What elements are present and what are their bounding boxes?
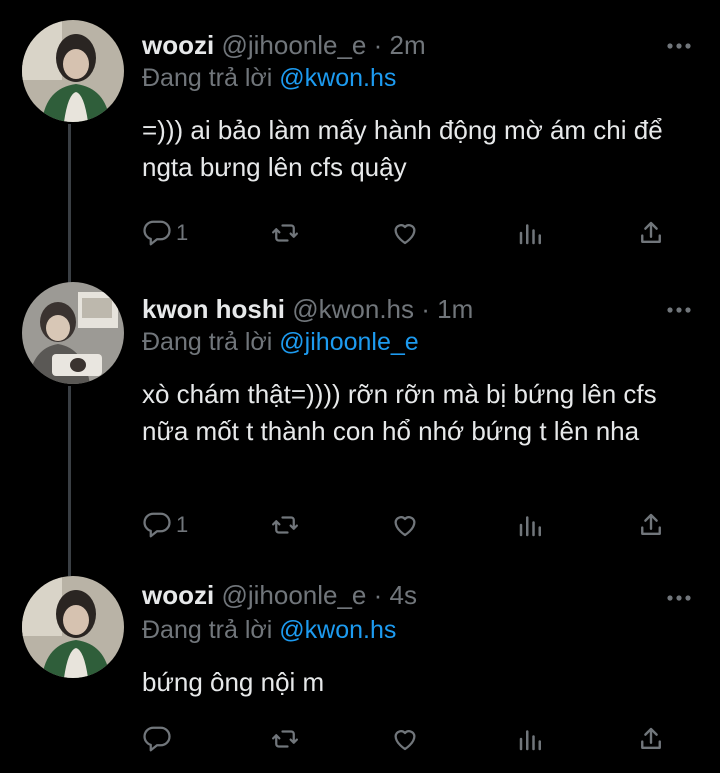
reply-count: 1 bbox=[176, 220, 189, 245]
tweet-header: kwon hoshi @kwon.hs · 1m bbox=[142, 294, 473, 325]
user-handle[interactable]: @kwon.hs bbox=[292, 294, 414, 324]
display-name[interactable]: kwon hoshi bbox=[142, 294, 285, 324]
reply-icon bbox=[142, 510, 172, 540]
heart-icon bbox=[390, 510, 420, 540]
share-button[interactable] bbox=[636, 722, 666, 756]
tweet-header: woozi @jihoonle_e · 4s bbox=[142, 580, 417, 611]
views-button[interactable] bbox=[516, 508, 546, 542]
retweet-button[interactable] bbox=[270, 722, 304, 756]
reply-icon bbox=[142, 218, 172, 248]
reply-button[interactable] bbox=[142, 722, 176, 756]
analytics-icon bbox=[516, 510, 546, 540]
views-button[interactable] bbox=[516, 216, 546, 250]
tweet-header: woozi @jihoonle_e · 2m bbox=[142, 30, 426, 61]
more-icon[interactable] bbox=[666, 302, 692, 313]
tweet[interactable]: woozi @jihoonle_e · 4s Đang trả lời @kwo… bbox=[0, 574, 720, 773]
replying-to: Đang trả lời @kwon.hs bbox=[142, 616, 396, 645]
tweet[interactable]: woozi @jihoonle_e · 2m Đang trả lời @kwo… bbox=[0, 16, 720, 276]
retweet-button[interactable] bbox=[270, 216, 304, 250]
timestamp[interactable]: 4s bbox=[390, 580, 417, 610]
avatar[interactable] bbox=[22, 20, 124, 122]
more-icon[interactable] bbox=[666, 38, 692, 49]
retweet-icon bbox=[270, 724, 300, 754]
heart-icon bbox=[390, 724, 420, 754]
tweet-text: =))) ai bảo làm mấy hành động mờ ám chi … bbox=[142, 115, 663, 182]
like-button[interactable] bbox=[390, 508, 424, 542]
timestamp[interactable]: 1m bbox=[437, 294, 473, 324]
mention-link[interactable]: @jihoonle_e bbox=[279, 328, 418, 356]
tweet-text: xò chám thật=)))) rỡn rỡn mà bị bứng lên… bbox=[142, 379, 657, 446]
reply-button[interactable]: 1 bbox=[142, 216, 188, 250]
analytics-icon bbox=[516, 218, 546, 248]
like-button[interactable] bbox=[390, 722, 424, 756]
retweet-button[interactable] bbox=[270, 508, 304, 542]
mention-link[interactable]: @kwon.hs bbox=[279, 64, 396, 92]
share-button[interactable] bbox=[636, 216, 666, 250]
separator-dot: · bbox=[373, 580, 383, 610]
reply-count: 1 bbox=[176, 512, 189, 537]
heart-icon bbox=[390, 218, 420, 248]
share-icon bbox=[636, 510, 666, 540]
display-name[interactable]: woozi bbox=[142, 30, 214, 60]
separator-dot: · bbox=[373, 30, 383, 60]
replying-to-label: Đang trả lời bbox=[142, 616, 273, 644]
separator-dot: · bbox=[421, 294, 430, 324]
mention-link[interactable]: @kwon.hs bbox=[279, 616, 396, 644]
reply-button[interactable]: 1 bbox=[142, 508, 188, 542]
action-bar: 1 bbox=[142, 216, 682, 250]
analytics-icon bbox=[516, 724, 546, 754]
retweet-icon bbox=[270, 510, 300, 540]
views-button[interactable] bbox=[516, 722, 546, 756]
share-icon bbox=[636, 218, 666, 248]
avatar[interactable] bbox=[22, 282, 124, 384]
retweet-icon bbox=[270, 218, 300, 248]
avatar[interactable] bbox=[22, 576, 124, 678]
timestamp[interactable]: 2m bbox=[390, 30, 426, 60]
replying-to-label: Đang trả lời bbox=[142, 64, 273, 92]
replying-to-label: Đang trả lời bbox=[142, 328, 273, 356]
share-button[interactable] bbox=[636, 508, 666, 542]
like-button[interactable] bbox=[390, 216, 424, 250]
reply-icon bbox=[142, 724, 172, 754]
display-name[interactable]: woozi bbox=[142, 580, 214, 610]
tweet[interactable]: kwon hoshi @kwon.hs · 1m Đang trả lời @j… bbox=[0, 280, 720, 570]
more-icon[interactable] bbox=[666, 590, 692, 601]
tweet-text: bứng ông nội m bbox=[142, 667, 325, 697]
user-handle[interactable]: @jihoonle_e bbox=[221, 30, 366, 60]
action-bar: 1 bbox=[142, 508, 682, 542]
replying-to: Đang trả lời @kwon.hs bbox=[142, 64, 396, 93]
replying-to: Đang trả lời @jihoonle_e bbox=[142, 328, 419, 357]
action-bar bbox=[142, 722, 682, 756]
user-handle[interactable]: @jihoonle_e bbox=[221, 580, 366, 610]
share-icon bbox=[636, 724, 666, 754]
